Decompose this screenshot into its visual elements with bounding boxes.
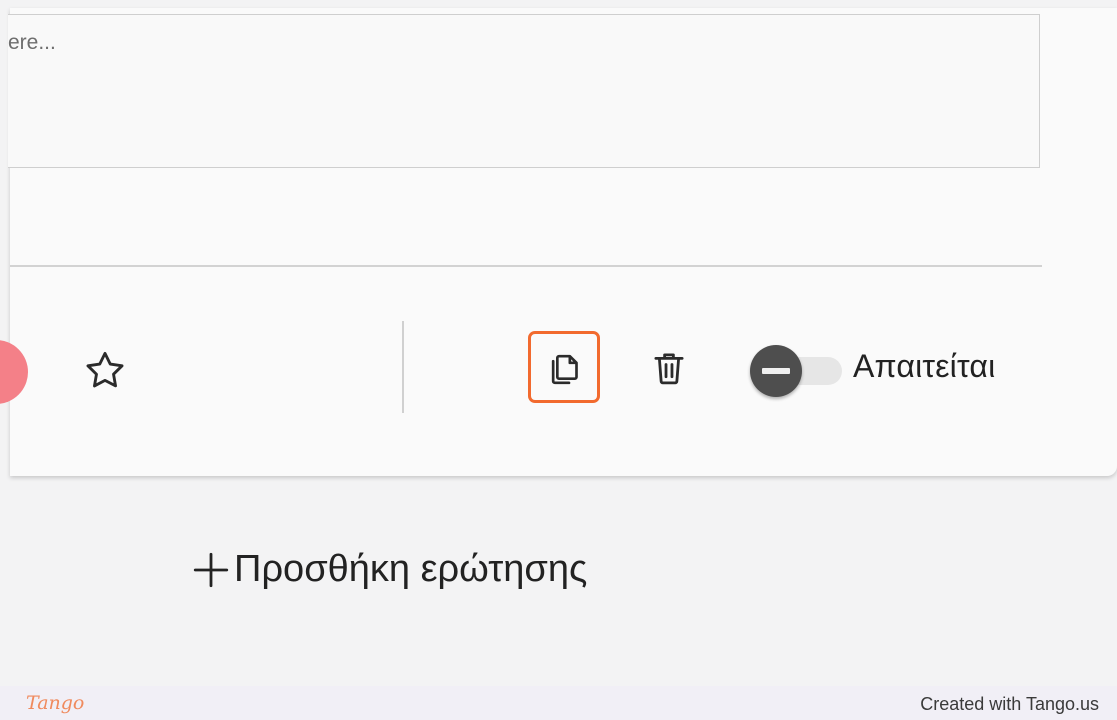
vertical-divider <box>402 321 404 413</box>
description-placeholder: ere... <box>8 31 56 54</box>
screen: ere... Απαιτείται Προσθήκη ερώτησης Tang… <box>0 0 1117 720</box>
color-circle[interactable] <box>0 340 28 404</box>
description-textarea[interactable]: ere... <box>8 14 1040 168</box>
toggle-knob <box>750 345 802 397</box>
created-with-credit: Created with Tango.us <box>920 694 1099 714</box>
delete-button[interactable] <box>642 341 696 395</box>
star-icon[interactable] <box>82 348 128 394</box>
plus-icon <box>193 552 229 587</box>
required-label: Απαιτείται <box>853 348 996 384</box>
question-card: ere... Απαιτείται <box>0 8 1117 476</box>
tango-logo: Tango <box>26 692 85 714</box>
trash-icon <box>654 353 684 385</box>
horizontal-divider <box>10 265 1042 267</box>
add-question-button[interactable]: Προσθήκη ερώτησης <box>190 548 587 591</box>
footer-bar: Tango Created with Tango.us <box>0 686 1117 720</box>
required-toggle[interactable] <box>750 344 846 398</box>
add-question-label: Προσθήκη ερώτησης <box>234 548 588 590</box>
duplicate-button[interactable] <box>528 331 600 403</box>
copy-icon <box>551 354 578 385</box>
